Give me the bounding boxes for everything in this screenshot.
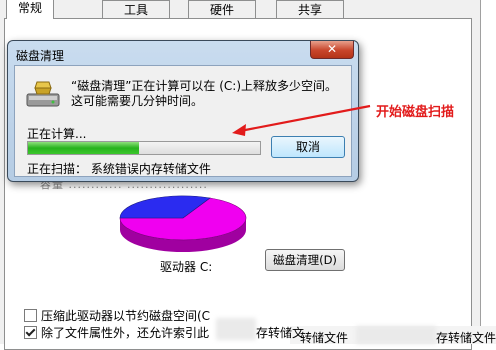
tab-sharing[interactable]: 共享 xyxy=(276,0,344,19)
tab-general-label: 常规 xyxy=(17,1,42,15)
disk-cleanup-icon xyxy=(26,81,60,107)
index-checkbox[interactable] xyxy=(24,326,37,339)
tab-sharing-label: 共享 xyxy=(297,3,322,17)
progress-bar-fill xyxy=(28,142,140,154)
tab-general[interactable]: 常规 xyxy=(6,0,54,19)
index-files-option[interactable]: 除了文件属性外，还允许索引此 xyxy=(24,324,209,341)
compress-label: 压缩此驱动器以节约磁盘空间(C xyxy=(41,309,211,323)
progress-bar xyxy=(27,141,261,155)
annotation-arrow-icon xyxy=(232,104,371,136)
computing-label: 正在计算... xyxy=(27,127,87,141)
tab-tools-label: 工具 xyxy=(123,3,148,17)
tab-tools[interactable]: 工具 xyxy=(102,0,170,19)
disk-cleanup-button[interactable]: 磁盘清理(D) xyxy=(265,249,345,271)
close-icon: ✕ xyxy=(326,42,338,56)
blurred-region-2 xyxy=(356,326,436,344)
blurred-region xyxy=(216,318,256,340)
dialog-title: 磁盘清理 xyxy=(16,49,65,63)
tab-hardware-label: 硬件 xyxy=(209,3,234,17)
close-button[interactable]: ✕ xyxy=(310,41,354,59)
annotation-label: 开始磁盘扫描 xyxy=(376,105,455,120)
compress-drive-option[interactable]: 压缩此驱动器以节约磁盘空间(C xyxy=(24,307,210,324)
index-label: 除了文件属性外，还允许索引此 xyxy=(41,326,210,340)
drive-label: 驱动器 C: xyxy=(160,260,213,274)
tab-hardware[interactable]: 硬件 xyxy=(188,0,256,19)
fragment-3: 存转储文件 xyxy=(436,331,496,345)
compress-checkbox[interactable] xyxy=(24,309,37,322)
fragment-2: 转储文件 xyxy=(300,331,349,345)
disk-usage-pie-chart xyxy=(119,195,247,252)
fragment-1: 存转储文 xyxy=(256,326,305,340)
scanning-status: 正在扫描： 系统错误内存转储文件 xyxy=(27,162,211,176)
